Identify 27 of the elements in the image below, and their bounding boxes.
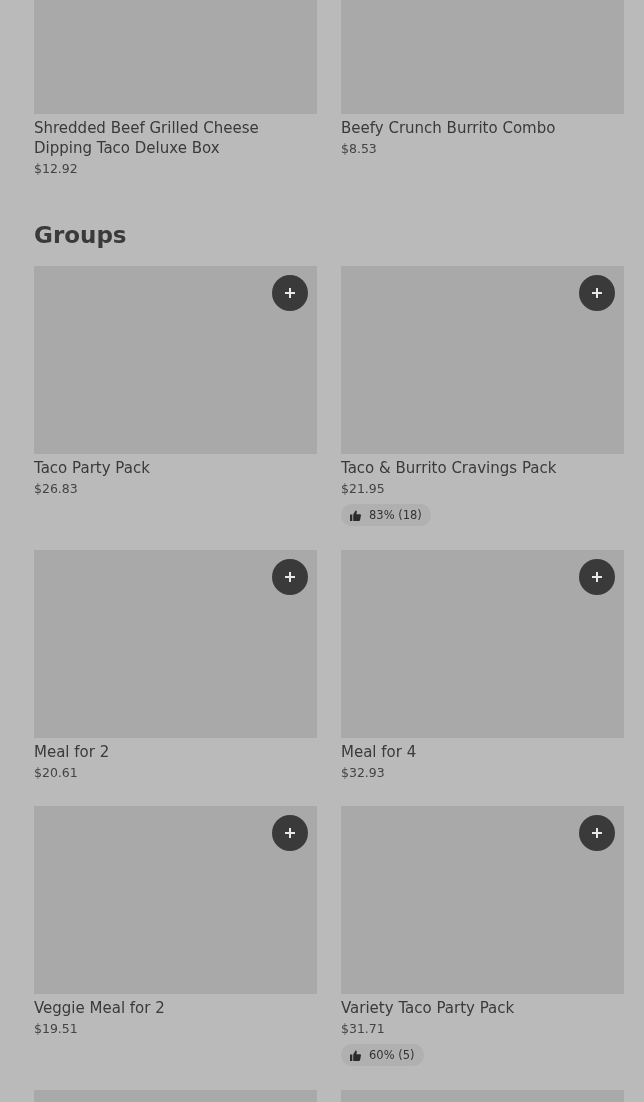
item-title: Taco & Burrito Cravings Pack bbox=[341, 458, 557, 478]
item-title: Veggie Meal for 2 bbox=[34, 998, 165, 1018]
item-title: Beefy Crunch Burrito Combo bbox=[341, 118, 556, 138]
item-title: Shredded Beef Grilled Cheese Dipping Taco Deluxe Box bbox=[34, 118, 260, 158]
item-price: $32.93 bbox=[341, 764, 385, 782]
item-title: Meal for 2 bbox=[34, 742, 110, 762]
item-title: Meal for 4 bbox=[341, 742, 417, 762]
item-price: $21.95 bbox=[341, 480, 385, 498]
item-title: Variety Taco Party Pack bbox=[341, 998, 515, 1018]
rating-text: 60% (5) bbox=[369, 1048, 415, 1062]
plus-icon bbox=[591, 571, 603, 583]
item-price: $19.51 bbox=[34, 1020, 78, 1038]
item-price: $31.71 bbox=[341, 1020, 385, 1038]
item-price: $20.61 bbox=[34, 764, 78, 782]
item-price: $8.53 bbox=[341, 140, 377, 158]
plus-icon bbox=[284, 827, 296, 839]
plus-icon bbox=[591, 287, 603, 299]
plus-icon bbox=[284, 571, 296, 583]
item-title: Taco Party Pack bbox=[34, 458, 150, 478]
plus-icon bbox=[284, 287, 296, 299]
section-heading: Groups bbox=[34, 221, 128, 250]
thumbs-up-icon bbox=[350, 509, 361, 521]
item-price: $26.83 bbox=[34, 480, 78, 498]
plus-icon bbox=[591, 827, 603, 839]
item-price: $12.92 bbox=[34, 160, 78, 178]
rating-text: 83% (18) bbox=[369, 508, 422, 522]
thumbs-up-icon bbox=[350, 1049, 361, 1061]
